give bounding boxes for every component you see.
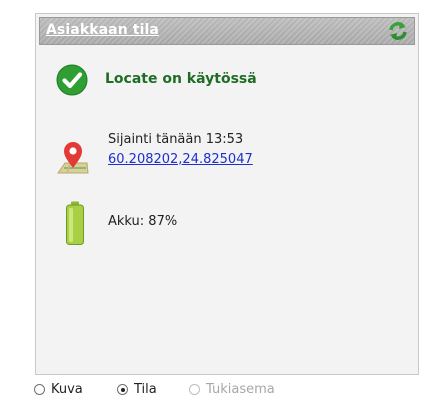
status-text: Locate on käytössä — [105, 71, 257, 87]
battery-text: Akku: 87% — [108, 214, 178, 229]
refresh-icon[interactable] — [388, 21, 408, 41]
panel-header: Asiakkaan tila — [39, 17, 415, 45]
battery-icon — [66, 201, 84, 245]
coordinates-link[interactable]: 60.208202,24.825047 — [108, 152, 253, 167]
radio-kuva[interactable]: Kuva — [34, 382, 83, 397]
radio-label: Kuva — [51, 382, 83, 397]
client-status-panel: Asiakkaan tila Locate on käytössä Sijain… — [35, 13, 419, 375]
check-circle-icon — [56, 64, 88, 96]
radio-label: Tila — [134, 382, 157, 397]
radio-circle[interactable] — [117, 384, 128, 395]
map-pin-icon — [57, 142, 89, 174]
radio-tila[interactable]: Tila — [117, 382, 157, 397]
location-time-label: Sijainti tänään 13:53 — [108, 132, 244, 147]
radio-circle[interactable] — [34, 384, 45, 395]
radio-label: Tukiasema — [206, 382, 275, 397]
radio-tukiasema: Tukiasema — [189, 382, 275, 397]
panel-title: Asiakkaan tila — [46, 22, 159, 38]
radio-circle — [189, 384, 200, 395]
